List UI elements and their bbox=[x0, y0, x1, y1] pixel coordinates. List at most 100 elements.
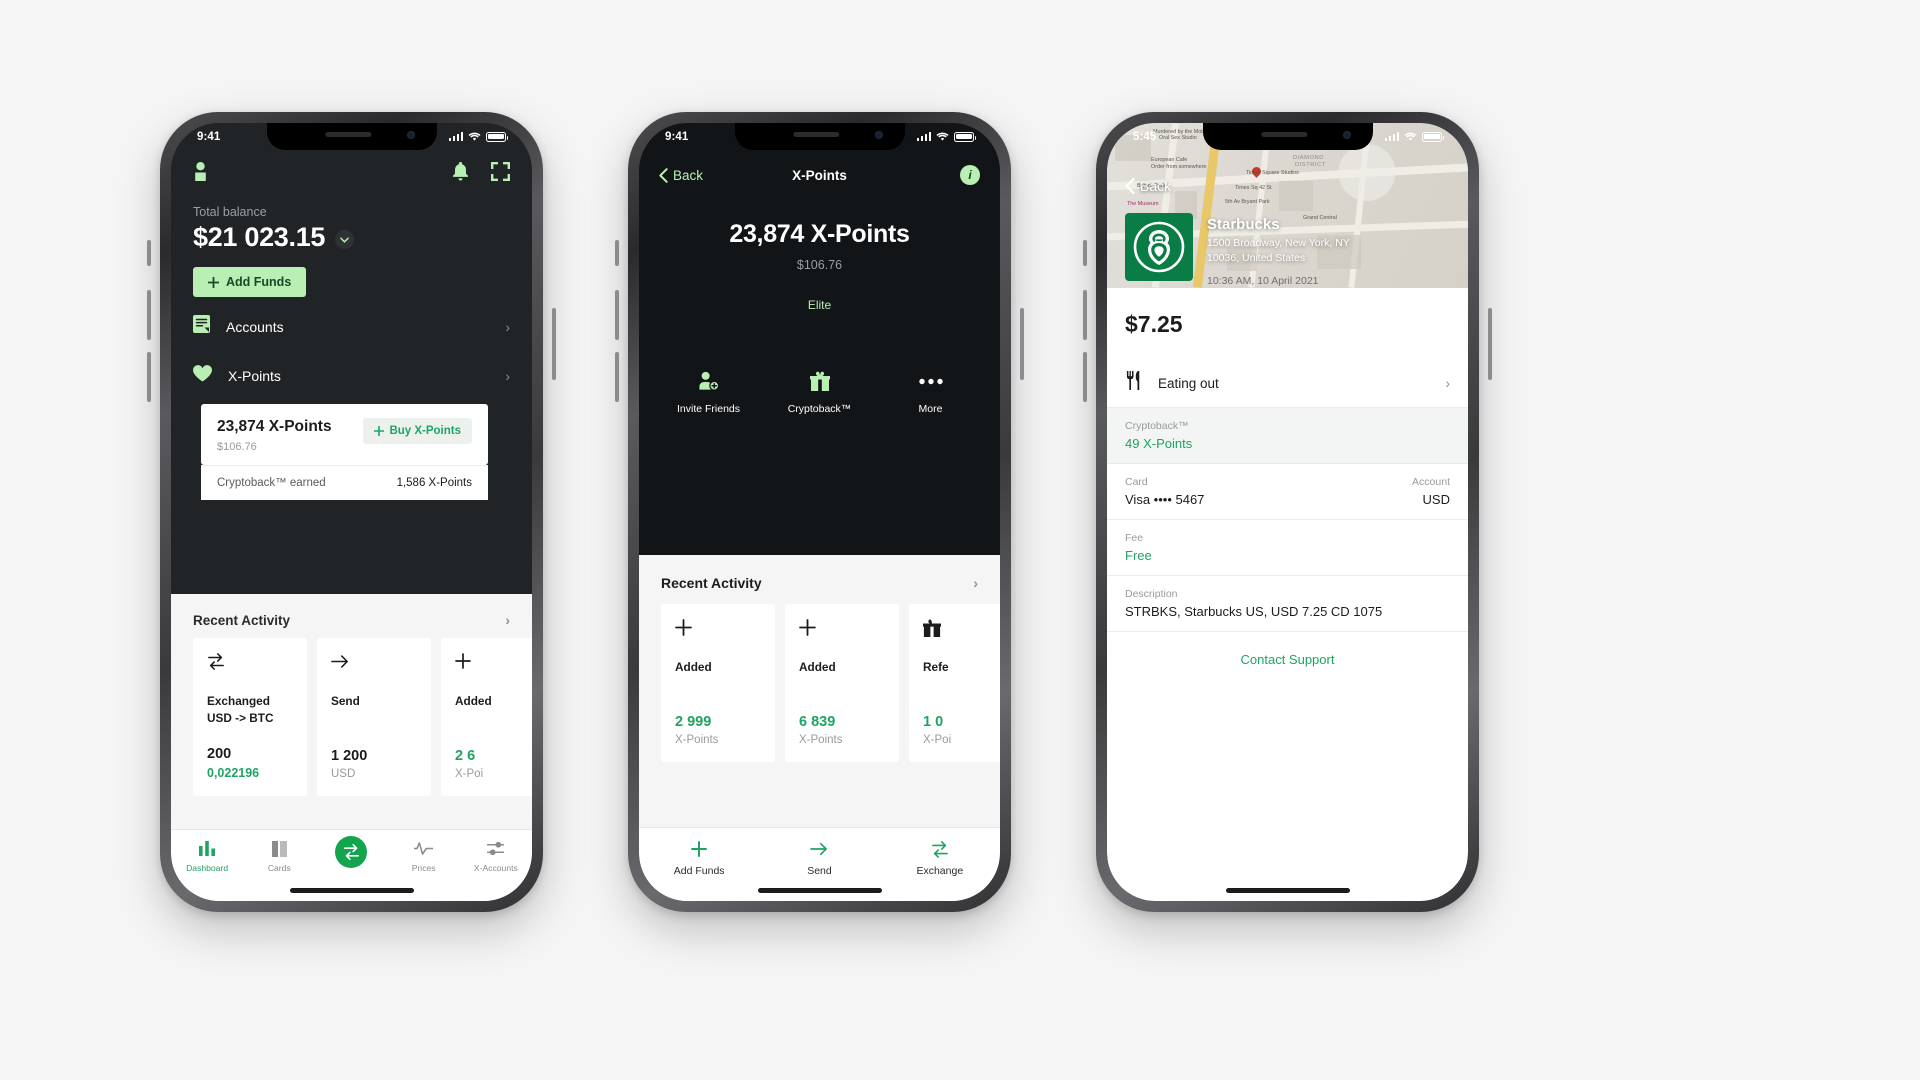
cards-icon bbox=[271, 839, 287, 858]
plus-icon bbox=[374, 426, 385, 436]
tab-prices[interactable]: Prices bbox=[393, 839, 455, 873]
cryptoback-earned-value: 1,586 X-Points bbox=[396, 477, 472, 489]
list-item[interactable]: Added 6 839 X-Points bbox=[785, 604, 899, 762]
exchange-label: Exchange bbox=[916, 865, 964, 877]
phone-xpoints: 9:41 Back X-Points i 23,874 X-Points $10… bbox=[615, 112, 1024, 912]
power-button[interactable] bbox=[1488, 308, 1492, 380]
tab-dashboard[interactable]: Dashboard bbox=[176, 839, 238, 873]
account-value: USD bbox=[1422, 492, 1450, 507]
cellular-signal-icon bbox=[1384, 132, 1399, 141]
volume-down-button[interactable] bbox=[615, 352, 619, 402]
tab-cards[interactable]: Cards bbox=[248, 839, 310, 873]
document-icon bbox=[193, 315, 210, 338]
battery-icon bbox=[1422, 131, 1445, 142]
exchange-icon bbox=[931, 840, 949, 858]
chevron-left-icon bbox=[1125, 178, 1135, 194]
bar-chart-icon bbox=[199, 839, 216, 858]
list-item[interactable]: Added 2 999 X-Points bbox=[661, 604, 775, 762]
cryptoback-earned-label: Cryptoback™ earned bbox=[217, 477, 326, 489]
battery-icon bbox=[954, 131, 977, 142]
add-funds-button[interactable]: Add Funds bbox=[193, 267, 307, 297]
chevron-down-icon[interactable] bbox=[335, 230, 355, 249]
xpoints-total: 23,874 X-Points bbox=[217, 418, 332, 435]
cryptoback-button[interactable]: Cryptoback™ bbox=[777, 370, 863, 415]
plus-icon bbox=[799, 619, 885, 645]
person-icon[interactable] bbox=[193, 162, 208, 186]
starbucks-logo bbox=[1125, 213, 1193, 281]
scan-icon[interactable] bbox=[491, 162, 510, 186]
power-button[interactable] bbox=[1020, 308, 1024, 380]
more-button[interactable]: More bbox=[888, 370, 974, 415]
list-item-subtitle: USD -> BTC bbox=[207, 711, 274, 726]
list-item[interactable]: Exchanged USD -> BTC 200 0,022196 bbox=[193, 638, 307, 796]
category-row[interactable]: Eating out › bbox=[1107, 359, 1468, 408]
back-button[interactable]: Back bbox=[1125, 178, 1171, 194]
add-funds-button[interactable]: Add Funds bbox=[657, 840, 741, 877]
transaction-amount: $7.25 bbox=[1125, 311, 1183, 337]
sidebar-item-accounts-label: Accounts bbox=[226, 318, 284, 335]
plus-icon bbox=[208, 276, 219, 288]
status-time: 9:41 bbox=[197, 130, 221, 143]
cryptoback-earned-row[interactable]: Cryptoback™ earned 1,586 X-Points bbox=[201, 465, 488, 500]
send-label: Send bbox=[807, 865, 832, 877]
status-time: 9:41 bbox=[665, 130, 689, 143]
sidebar-item-xpoints[interactable]: X-Points › bbox=[193, 356, 510, 395]
fee-label: Fee bbox=[1125, 532, 1144, 544]
cellular-signal-icon bbox=[916, 132, 931, 141]
quick-actions: Invite Friends Cryptoback™ More bbox=[639, 312, 1000, 441]
exchange-icon bbox=[207, 653, 293, 679]
list-item-secondary: X-Poi bbox=[455, 768, 484, 780]
page-title: X-Points bbox=[792, 167, 847, 183]
exchange-button[interactable]: Exchange bbox=[898, 840, 982, 877]
recent-activity-header[interactable]: Recent Activity › bbox=[639, 555, 1000, 604]
list-item[interactable]: Send 1 200 USD bbox=[317, 638, 431, 796]
power-button[interactable] bbox=[552, 308, 556, 380]
notch bbox=[734, 123, 905, 150]
buy-xpoints-button[interactable]: Buy X-Points bbox=[363, 418, 472, 444]
tab-dashboard-label: Dashboard bbox=[186, 863, 229, 873]
exchange-fab-button[interactable] bbox=[320, 836, 382, 868]
volume-up-button[interactable] bbox=[147, 290, 151, 340]
ellipsis-icon bbox=[918, 370, 943, 392]
recent-activity-header[interactable]: Recent Activity › bbox=[171, 594, 532, 638]
nav-bar: Back X-Points i bbox=[639, 152, 1000, 198]
sidebar-item-accounts[interactable]: Accounts › bbox=[193, 307, 510, 346]
xpoints-usd-value: $106.76 bbox=[796, 258, 843, 272]
volume-down-button[interactable] bbox=[147, 352, 151, 402]
plus-icon bbox=[691, 840, 708, 858]
notch bbox=[266, 123, 437, 150]
phone-dashboard: 9:41 Total balance $21 023.15 Add Funds … bbox=[147, 112, 556, 912]
list-item[interactable]: Refe 1 0 X-Poi bbox=[909, 604, 1000, 762]
volume-down-button[interactable] bbox=[1083, 352, 1087, 402]
tier-badge: Elite bbox=[807, 298, 832, 312]
bell-icon[interactable] bbox=[452, 162, 469, 186]
chevron-right-icon: › bbox=[505, 367, 510, 384]
send-button[interactable]: Send bbox=[777, 840, 861, 877]
list-item-amount: 6 839 bbox=[799, 714, 836, 730]
add-funds-label: Add Funds bbox=[226, 275, 292, 289]
mute-switch[interactable] bbox=[147, 240, 151, 266]
volume-up-button[interactable] bbox=[1083, 290, 1087, 340]
list-item[interactable]: Added 2 6 X-Poi bbox=[441, 638, 532, 796]
recent-activity-title: Recent Activity bbox=[193, 612, 291, 628]
arrow-right-icon bbox=[810, 840, 828, 858]
invite-friends-button[interactable]: Invite Friends bbox=[666, 370, 752, 415]
pulse-icon bbox=[414, 839, 434, 858]
list-item-title: Added bbox=[455, 694, 492, 708]
plus-icon bbox=[455, 653, 532, 679]
mute-switch[interactable] bbox=[1083, 240, 1087, 266]
fee-value: Free bbox=[1125, 548, 1152, 563]
contact-support-button[interactable]: Contact Support bbox=[1107, 632, 1468, 687]
gift-icon bbox=[923, 619, 1000, 645]
list-item-title: Send bbox=[331, 694, 360, 708]
tab-xaccounts[interactable]: X-Accounts bbox=[465, 839, 527, 873]
list-item-secondary: X-Poi bbox=[923, 734, 952, 746]
volume-up-button[interactable] bbox=[615, 290, 619, 340]
transaction-timestamp: 10:36 AM, 10 April 2021 bbox=[1207, 275, 1319, 288]
chevron-right-icon: › bbox=[973, 575, 978, 591]
xpoints-summary-card[interactable]: 23,874 X-Points $106.76 Buy X-Points bbox=[201, 404, 488, 465]
chevron-right-icon: › bbox=[505, 612, 510, 628]
home-indicator bbox=[757, 888, 882, 893]
mute-switch[interactable] bbox=[615, 240, 619, 266]
map-label: 5th Av Bryant Park bbox=[1225, 199, 1270, 205]
